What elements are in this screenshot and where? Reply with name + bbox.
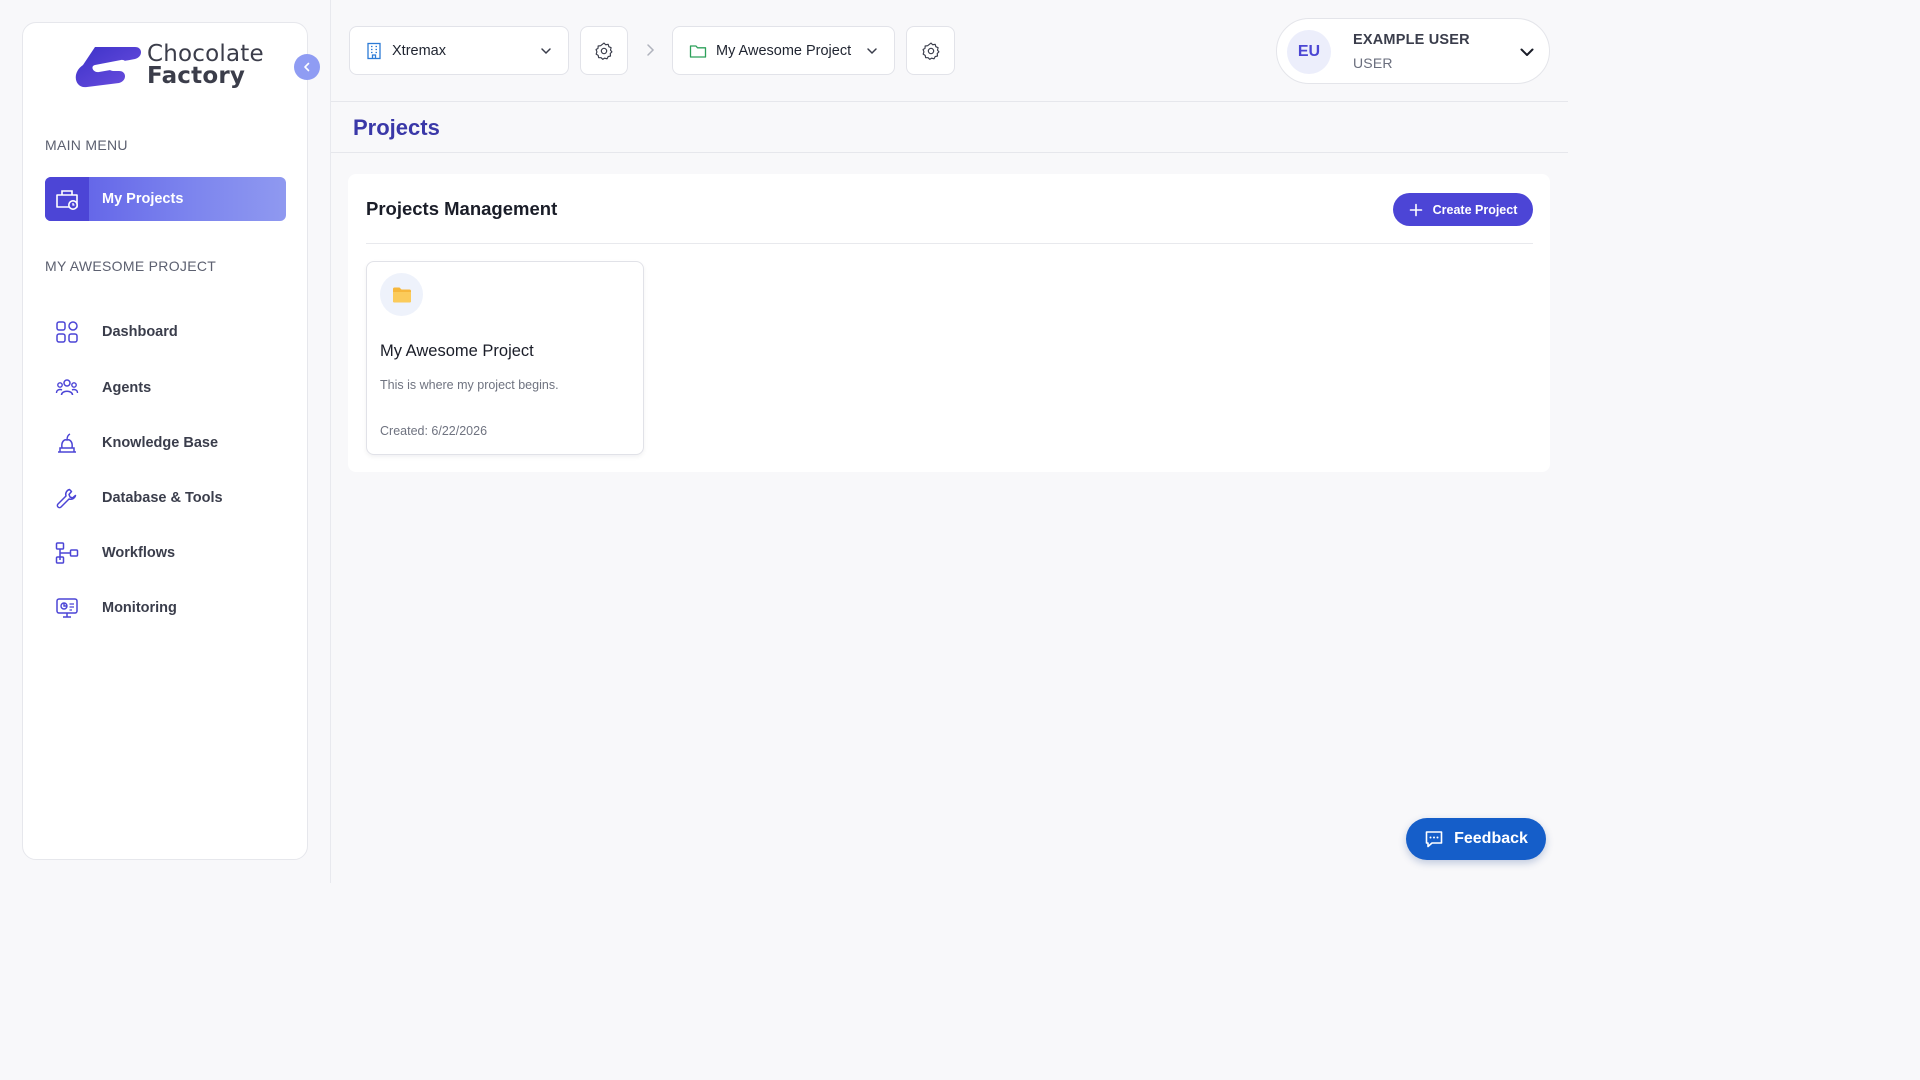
wrench-icon	[56, 488, 77, 509]
folder-icon	[392, 287, 411, 302]
avatar: EU	[1287, 30, 1331, 74]
sidebar-item-my-projects[interactable]: My Projects	[45, 177, 286, 221]
sidebar-collapse-button[interactable]	[294, 54, 320, 80]
project-card-created: Created: 6/22/2026	[380, 424, 488, 438]
panel-divider	[366, 243, 1533, 244]
project-settings-button[interactable]	[906, 26, 955, 75]
organization-name: Xtremax	[392, 42, 446, 59]
gear-icon	[922, 42, 939, 60]
panel-title: Projects Management	[366, 198, 558, 219]
app-logo[interactable]: Chocolate Factory	[73, 43, 264, 95]
title-divider	[331, 152, 1568, 153]
user-menu[interactable]: EU EXAMPLE USER USER	[1276, 18, 1550, 84]
logo-mark-icon	[75, 47, 141, 88]
sidebar-item-label: Database & Tools	[102, 490, 223, 506]
project-selector[interactable]: My Awesome Project	[672, 26, 895, 75]
project-card[interactable]: My Awesome Project This is where my proj…	[366, 261, 644, 455]
header-divider	[331, 101, 1568, 102]
project-section-title: MY AWESOME PROJECT	[45, 258, 217, 274]
sidebar-item-label: Agents	[102, 380, 152, 396]
sidebar-item-workflows[interactable]: Workflows	[45, 533, 286, 573]
sidebar-item-knowledge-base[interactable]: Knowledge Base	[45, 423, 286, 463]
sidebar-item-label: Monitoring	[102, 600, 177, 616]
project-name: My Awesome Project	[716, 42, 852, 59]
organization-settings-button[interactable]	[580, 26, 628, 75]
workflow-icon	[55, 542, 79, 564]
project-card-title: My Awesome Project	[380, 342, 534, 360]
sidebar-item-database-tools[interactable]: Database & Tools	[45, 478, 286, 518]
organization-selector[interactable]: Xtremax	[349, 26, 569, 75]
sidebar-item-label: My Projects	[102, 191, 184, 207]
knowledge-base-icon	[58, 433, 76, 453]
user-name: EXAMPLE USER	[1353, 32, 1470, 48]
chevron-down-icon	[541, 48, 551, 55]
sidebar-item-dashboard[interactable]: Dashboard	[45, 312, 286, 352]
sidebar-item-label: Dashboard	[102, 324, 178, 340]
project-card-description: This is where my project begins.	[380, 378, 559, 392]
projects-panel: Projects Management Create Project My Aw…	[348, 174, 1550, 472]
building-icon	[367, 42, 381, 59]
sidebar-divider	[330, 0, 331, 883]
monitor-icon	[56, 598, 78, 618]
chevron-left-icon	[304, 62, 310, 72]
dashboard-icon	[56, 321, 78, 343]
user-role: USER	[1353, 55, 1393, 71]
chevron-down-icon	[1520, 48, 1534, 56]
sidebar-item-label: Knowledge Base	[102, 435, 219, 451]
create-project-label: Create Project	[1432, 202, 1518, 217]
chat-icon	[1425, 831, 1443, 848]
feedback-label: Feedback	[1454, 830, 1528, 847]
sidebar-item-monitoring[interactable]: Monitoring	[45, 588, 286, 628]
folder-icon	[689, 44, 707, 58]
chevron-down-icon	[867, 48, 877, 55]
main-menu-title: MAIN MENU	[45, 137, 128, 153]
sidebar-item-agents[interactable]: Agents	[45, 368, 286, 408]
feedback-button[interactable]: Feedback	[1406, 818, 1546, 860]
plus-icon	[1409, 203, 1422, 216]
sidebar: Chocolate Factory MAIN MENU My Projects …	[22, 22, 320, 860]
sidebar-item-label: Workflows	[102, 545, 176, 561]
chevron-right-icon	[647, 44, 655, 56]
projects-icon	[56, 190, 78, 210]
gear-icon	[595, 42, 613, 60]
page-title: Projects	[353, 115, 440, 140]
logo-text-line2: Factory	[147, 63, 246, 89]
create-project-button[interactable]: Create Project	[1393, 193, 1533, 226]
agents-icon	[55, 379, 79, 396]
